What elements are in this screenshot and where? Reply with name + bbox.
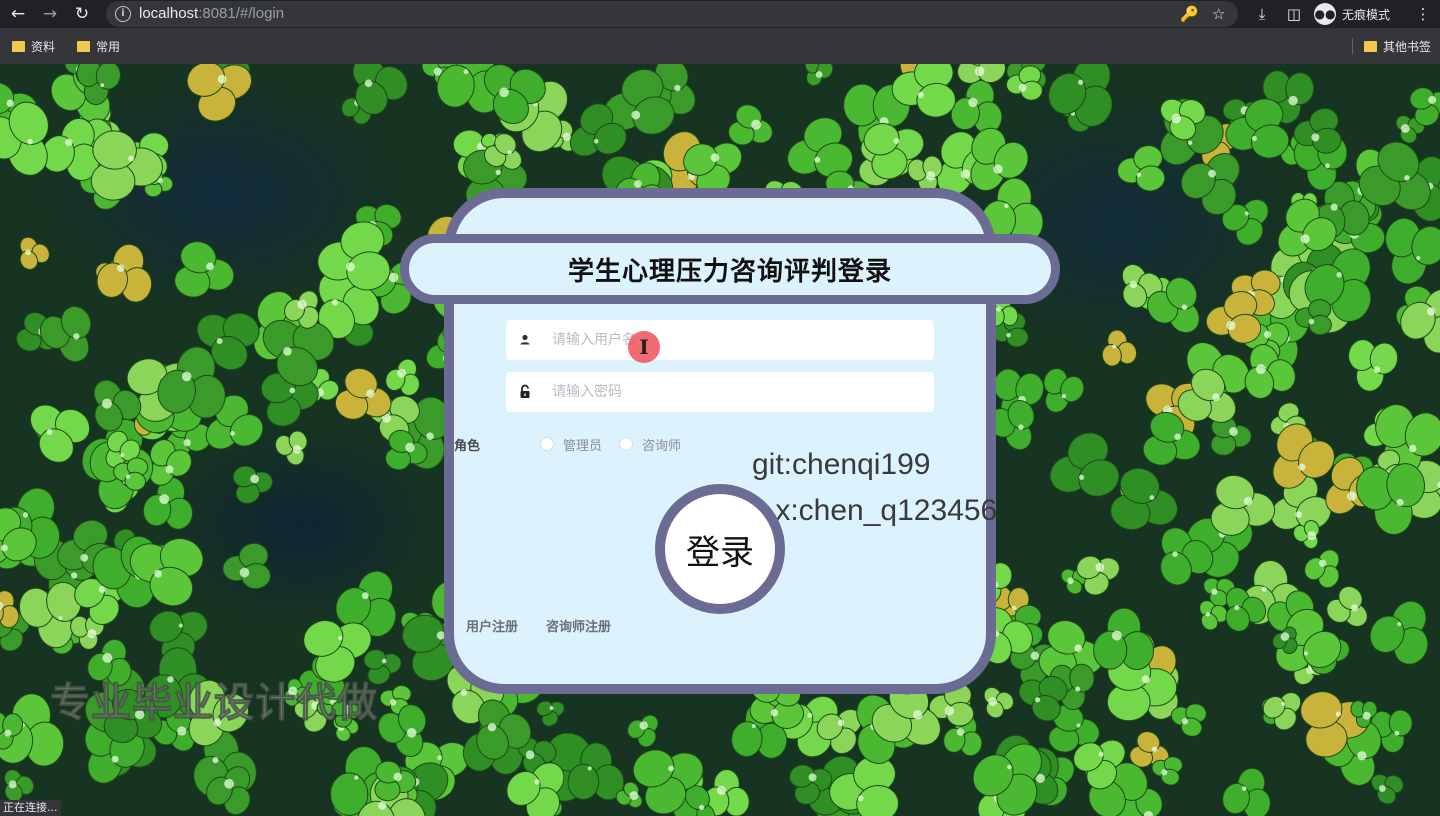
role-label: 角色 [454, 439, 481, 454]
password-field[interactable] [506, 372, 934, 412]
other-bookmarks-label: 其他书签 [1383, 39, 1432, 54]
star-icon[interactable]: ☆ [1212, 5, 1225, 23]
password-input[interactable] [552, 372, 922, 412]
bookmark-label: 资料 [31, 39, 56, 54]
incognito-badge[interactable]: ●● 无痕模式 [1314, 2, 1390, 26]
radio-circle[interactable] [540, 437, 554, 451]
url-host: localhost [139, 5, 199, 22]
key-icon[interactable]: 🔑 [1180, 5, 1199, 23]
bookmarks-bar: 资料 常用 其他书签 [0, 28, 1440, 64]
user-icon [520, 334, 530, 345]
role-option-label: 管理员 [563, 438, 603, 454]
bookmark-folder-changyong[interactable]: 常用 [77, 37, 120, 55]
role-option-label: 咨询师 [642, 438, 682, 454]
counselor-register-link[interactable]: 咨询师注册 [546, 616, 611, 635]
bookmark-label: 常用 [96, 39, 121, 54]
git-overlay-text: git:chenqi199 [752, 448, 931, 481]
status-bar: 正在连接... [0, 800, 61, 816]
reload-icon[interactable]: ↻ [70, 2, 94, 26]
folder-icon [1364, 40, 1377, 52]
menu-icon[interactable]: ⋮ [1412, 3, 1434, 25]
login-button[interactable]: 登录 [655, 484, 785, 614]
incognito-label: 无痕模式 [1342, 7, 1391, 22]
role-radio-counselor[interactable]: 咨询师 [619, 436, 682, 454]
url-path: :8081/#/login [198, 5, 285, 22]
browser-toolbar: ← → ↻ i localhost:8081/#/login 🔑 ☆ ⤓ ◫ ●… [0, 0, 1440, 28]
login-title-bar: 学生心理压力咨询评判登录 [400, 234, 1060, 304]
username-input[interactable] [552, 320, 922, 360]
forward-icon[interactable]: → [38, 2, 62, 26]
user-register-link[interactable]: 用户注册 [466, 616, 518, 635]
text-cursor-indicator: I [628, 331, 660, 363]
browser-chrome: ← → ↻ i localhost:8081/#/login 🔑 ☆ ⤓ ◫ ●… [0, 0, 1440, 64]
role-radio-admin[interactable]: 管理员 [540, 436, 603, 454]
watermark-text: 专业毕业设计代做 [50, 680, 378, 727]
incognito-icon: ●● [1314, 3, 1336, 25]
folder-icon [12, 40, 25, 52]
download-icon[interactable]: ⤓ [1251, 3, 1273, 25]
site-info-icon[interactable]: i [115, 6, 131, 22]
other-bookmarks[interactable]: 其他书签 [1364, 37, 1431, 55]
sidebar-icon[interactable]: ◫ [1283, 3, 1305, 25]
address-bar[interactable]: i localhost:8081/#/login 🔑 ☆ [106, 1, 1238, 27]
page-title: 学生心理压力咨询评判登录 [567, 256, 892, 287]
lock-icon [520, 384, 530, 398]
radio-circle[interactable] [619, 437, 633, 451]
username-field[interactable] [506, 320, 934, 360]
back-icon[interactable]: ← [6, 2, 30, 26]
folder-icon [77, 40, 90, 52]
url-text[interactable]: localhost:8081/#/login [139, 5, 284, 23]
bookmarks-divider [1352, 38, 1353, 54]
bookmark-folder-ziliao[interactable]: 资料 [12, 37, 55, 55]
wx-overlay-text: v x:chen_q123456 [752, 494, 998, 527]
